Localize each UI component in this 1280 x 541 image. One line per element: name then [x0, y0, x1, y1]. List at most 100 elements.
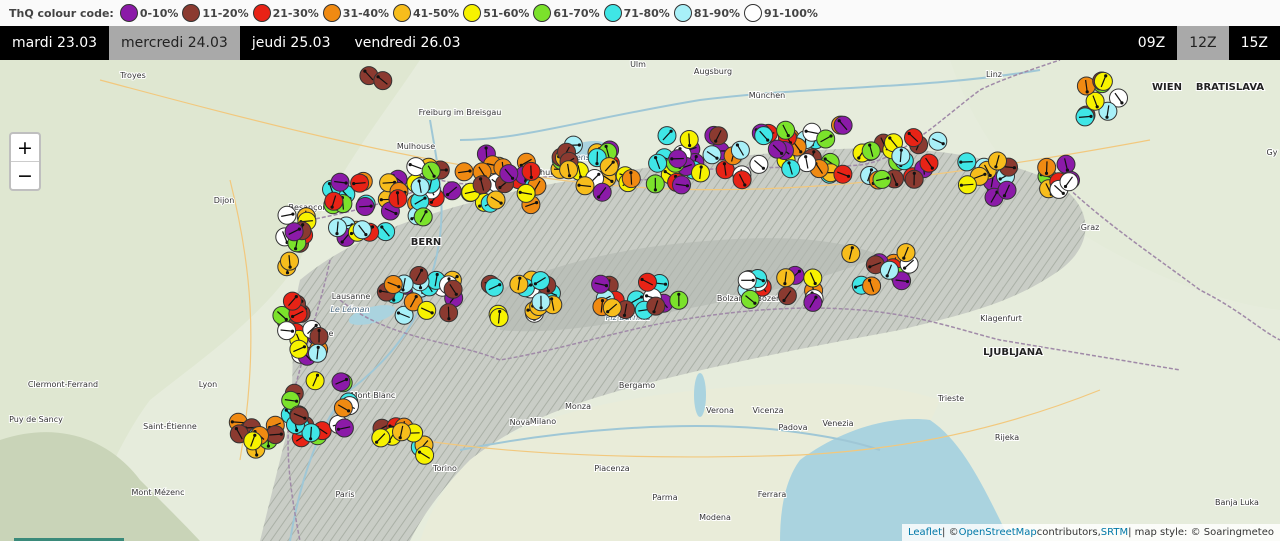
thq-station-marker[interactable]	[308, 343, 327, 363]
thq-station-marker[interactable]	[957, 152, 977, 172]
thq-station-marker[interactable]	[776, 268, 796, 288]
thq-station-marker[interactable]	[861, 141, 881, 161]
thq-station-marker[interactable]	[737, 270, 757, 290]
thq-station-marker[interactable]	[442, 181, 462, 201]
thq-station-marker[interactable]	[277, 321, 297, 341]
thq-station-marker[interactable]	[284, 222, 304, 242]
thq-station-marker[interactable]	[730, 140, 750, 160]
thq-station-marker[interactable]	[350, 173, 370, 193]
thq-station-marker[interactable]	[602, 298, 622, 318]
thq-station-marker[interactable]	[816, 129, 836, 149]
map-canvas[interactable]: Troyes Mulhouse Freiburg im Breisgau Ulm Aug…	[0, 60, 1280, 541]
thq-station-marker[interactable]	[657, 126, 677, 146]
thq-station-marker[interactable]	[443, 279, 463, 299]
thq-station-marker[interactable]	[668, 149, 688, 169]
thq-station-marker[interactable]	[392, 422, 411, 442]
thq-station-marker[interactable]	[841, 244, 861, 263]
thq-station-marker[interactable]	[767, 139, 787, 159]
thq-station-marker[interactable]	[957, 175, 977, 195]
thq-station-marker[interactable]	[559, 160, 579, 180]
thq-station-marker[interactable]	[833, 115, 853, 135]
thq-station-marker[interactable]	[988, 151, 1007, 171]
thq-station-marker[interactable]	[516, 183, 536, 203]
zoom-out-button[interactable]: −	[11, 162, 39, 189]
hour-tab[interactable]: 09Z	[1126, 26, 1177, 60]
thq-station-marker[interactable]	[672, 175, 691, 195]
thq-station-marker[interactable]	[648, 153, 668, 173]
thq-station-marker[interactable]	[776, 120, 796, 140]
thq-station-marker[interactable]	[904, 128, 923, 148]
thq-station-marker[interactable]	[486, 190, 506, 210]
thq-station-marker[interactable]	[331, 372, 351, 392]
thq-station-marker[interactable]	[803, 292, 823, 312]
thq-station-marker[interactable]	[324, 191, 344, 211]
thq-station-marker[interactable]	[309, 327, 329, 346]
thq-station-marker[interactable]	[803, 268, 823, 288]
thq-station-marker[interactable]	[472, 175, 492, 195]
thq-station-marker[interactable]	[833, 164, 853, 184]
thq-station-marker[interactable]	[645, 174, 665, 194]
thq-station-marker[interactable]	[638, 272, 657, 292]
thq-station-marker[interactable]	[289, 339, 309, 359]
thq-station-marker[interactable]	[484, 277, 504, 297]
thq-station-marker[interactable]	[352, 220, 372, 240]
thq-station-marker[interactable]	[904, 169, 924, 189]
thq-station-marker[interactable]	[691, 163, 710, 183]
thq-station-marker[interactable]	[928, 131, 948, 151]
thq-station-marker[interactable]	[454, 162, 474, 182]
thq-station-marker[interactable]	[330, 172, 350, 192]
thq-station-marker[interactable]	[1037, 157, 1057, 177]
thq-station-marker[interactable]	[531, 292, 551, 312]
thq-station-marker[interactable]	[702, 145, 722, 165]
thq-station-marker[interactable]	[509, 274, 529, 294]
osm-link[interactable]: OpenStreetMap	[959, 527, 1037, 538]
thq-station-marker[interactable]	[371, 428, 391, 448]
thq-station-marker[interactable]	[415, 445, 435, 465]
thq-station-marker[interactable]	[896, 243, 916, 263]
thq-station-marker[interactable]	[333, 398, 353, 418]
thq-station-marker[interactable]	[621, 169, 641, 189]
thq-station-marker[interactable]	[289, 406, 309, 426]
thq-station-marker[interactable]	[328, 218, 347, 238]
thq-station-marker[interactable]	[417, 300, 437, 320]
thq-station-marker[interactable]	[575, 176, 595, 196]
thq-station-marker[interactable]	[781, 159, 801, 179]
thq-station-marker[interactable]	[439, 303, 459, 323]
thq-station-marker[interactable]	[591, 274, 611, 294]
thq-station-marker[interactable]	[669, 290, 689, 310]
thq-station-marker[interactable]	[740, 289, 760, 309]
thq-station-marker[interactable]	[410, 177, 430, 197]
thq-station-marker[interactable]	[777, 286, 797, 306]
thq-station-marker[interactable]	[919, 153, 939, 173]
thq-station-marker[interactable]	[388, 189, 408, 209]
thq-station-marker[interactable]	[373, 71, 393, 91]
thq-station-marker[interactable]	[749, 154, 769, 174]
thq-station-marker[interactable]	[277, 205, 297, 225]
thq-station-marker[interactable]	[282, 291, 302, 311]
thq-station-marker[interactable]	[797, 153, 817, 173]
zoom-in-button[interactable]: +	[11, 134, 39, 162]
thq-station-marker[interactable]	[1059, 172, 1079, 192]
thq-station-marker[interactable]	[376, 222, 396, 242]
thq-station-marker[interactable]	[592, 182, 612, 202]
thq-station-marker[interactable]	[997, 180, 1017, 200]
thq-station-marker[interactable]	[421, 161, 441, 181]
thq-station-marker[interactable]	[872, 169, 892, 189]
thq-station-marker[interactable]	[1075, 107, 1095, 127]
thq-station-marker[interactable]	[280, 251, 299, 271]
day-tab[interactable]: mercredi 24.03	[109, 26, 240, 60]
thq-station-marker[interactable]	[243, 431, 263, 451]
thq-station-marker[interactable]	[521, 161, 541, 181]
thq-station-marker[interactable]	[732, 170, 752, 190]
thq-station-marker[interactable]	[1093, 71, 1113, 91]
thq-station-marker[interactable]	[879, 260, 899, 280]
thq-station-marker[interactable]	[383, 275, 403, 294]
thq-station-marker[interactable]	[413, 207, 433, 227]
leaflet-link[interactable]: Leaflet	[908, 527, 942, 538]
thq-station-marker[interactable]	[265, 425, 285, 445]
day-tab[interactable]: mardi 23.03	[0, 26, 109, 60]
thq-station-marker[interactable]	[708, 126, 728, 146]
thq-station-marker[interactable]	[489, 308, 509, 327]
day-tab[interactable]: vendredi 26.03	[343, 26, 473, 60]
thq-station-marker[interactable]	[355, 197, 375, 216]
